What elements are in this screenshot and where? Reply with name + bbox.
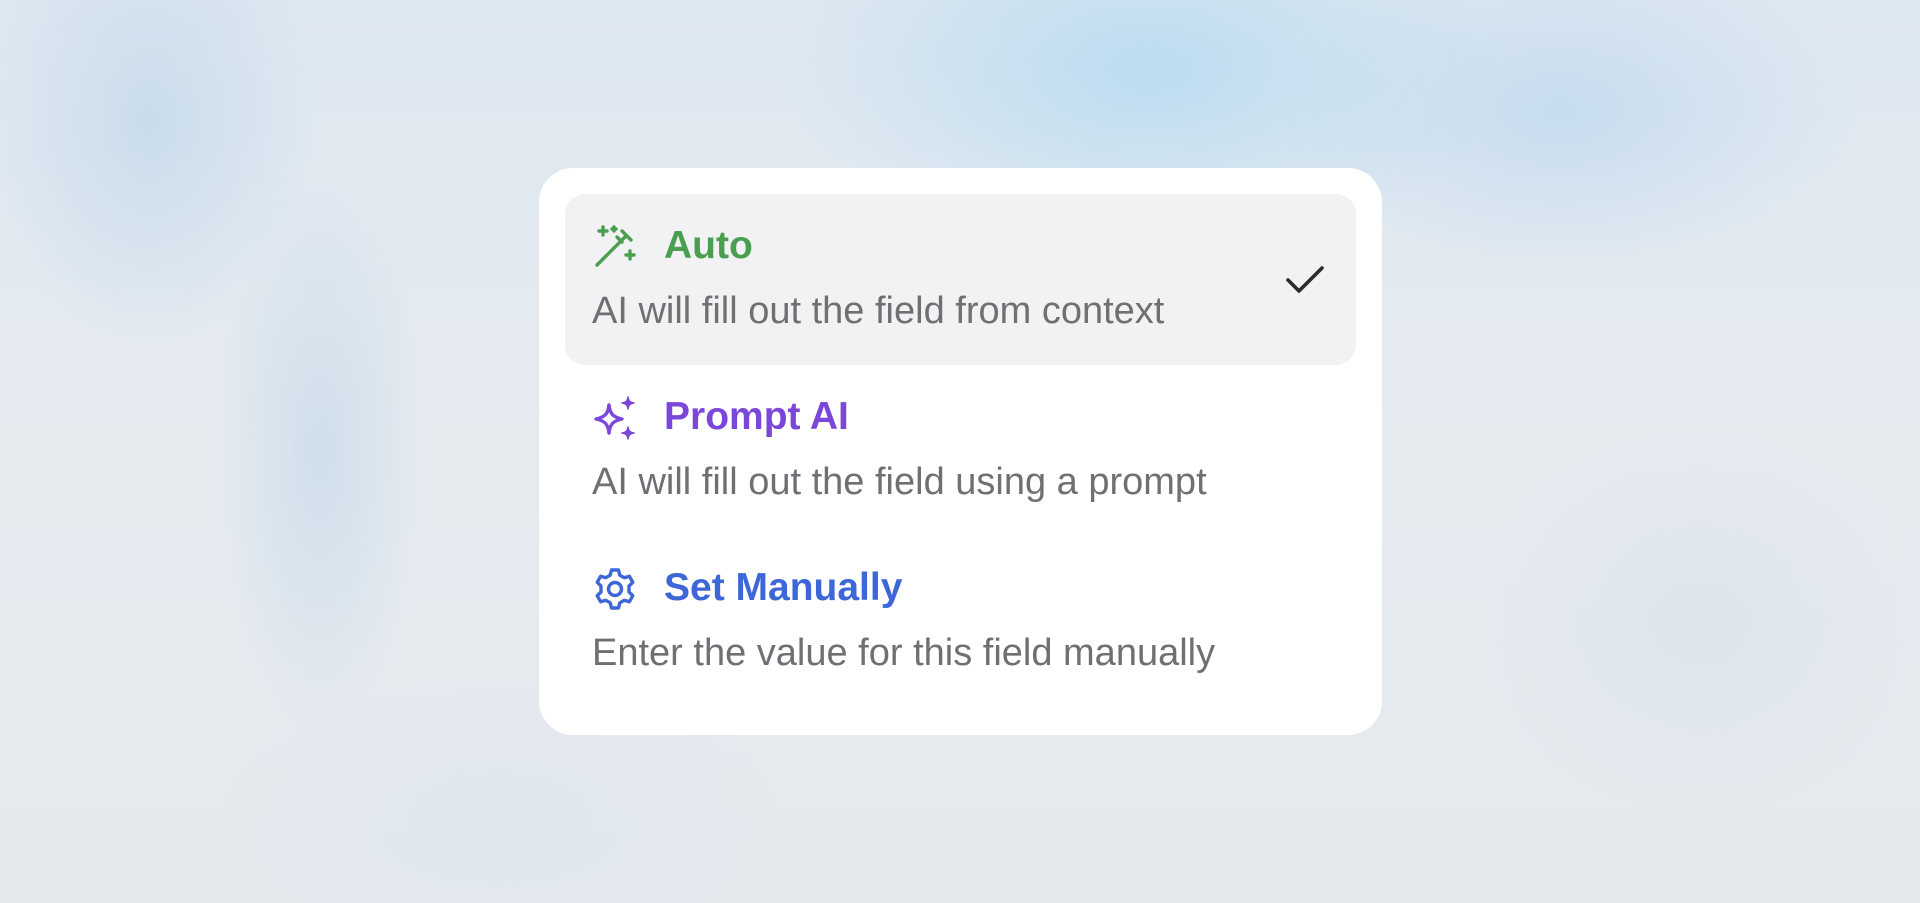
option-description: AI will fill out the field using a promp… [592,461,1207,503]
option-description: AI will fill out the field from context [592,290,1165,332]
option-prompt-ai[interactable]: Prompt AI AI will fill out the field usi… [565,365,1356,536]
option-label: Set Manually [664,566,903,609]
option-label: Prompt AI [664,395,849,438]
checkmark-icon [1286,266,1324,293]
fill-mode-menu: Auto AI will fill out the field from con… [539,168,1382,735]
sparkles-icon [594,396,635,440]
option-auto[interactable]: Auto AI will fill out the field from con… [565,194,1356,365]
option-description: Enter the value for this field manually [592,632,1216,674]
option-set-manually[interactable]: Set Manually Enter the value for this fi… [565,536,1356,707]
magic-wand-icon [595,225,636,267]
option-label: Auto [664,224,753,267]
gear-icon [595,568,635,610]
